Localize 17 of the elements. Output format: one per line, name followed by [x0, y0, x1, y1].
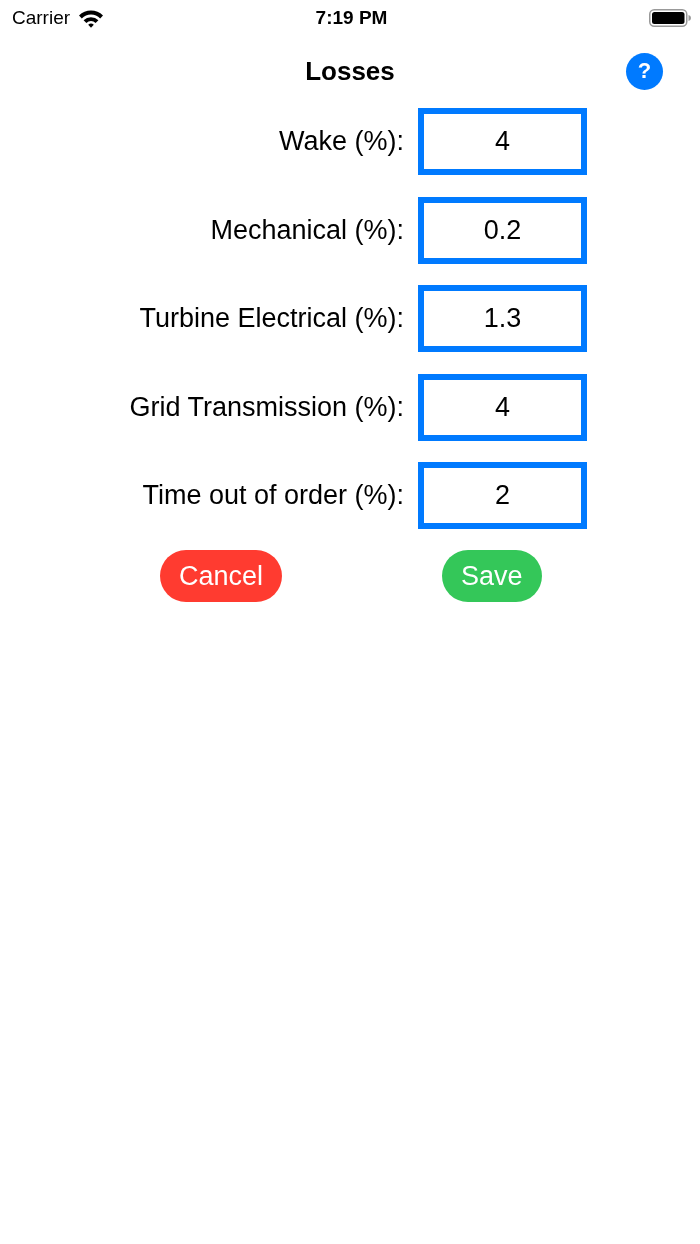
field-label: Grid Transmission (%):	[128, 391, 404, 423]
input-field[interactable]: 2	[418, 462, 587, 529]
input-field[interactable]: 4	[418, 373, 587, 441]
battery-icon	[649, 9, 691, 27]
field-label: Time out of order (%):	[141, 480, 404, 511]
wifi-icon	[78, 8, 105, 28]
field-label: Wake (%):	[278, 126, 404, 157]
screen-title: Losses	[305, 55, 395, 87]
field-label: Mechanical (%):	[209, 214, 404, 246]
cancel-button[interactable]: Cancel	[160, 550, 283, 602]
carrier-name: Carrier	[12, 7, 71, 29]
input-field[interactable]: 1.3	[418, 285, 587, 352]
help-button[interactable]: ?	[626, 52, 663, 90]
input-field[interactable]: 4	[418, 108, 587, 175]
input-field[interactable]: 0.2	[418, 196, 587, 264]
status-time: 7:19 PM	[315, 7, 388, 29]
field-label: Turbine Electrical (%):	[138, 303, 404, 334]
